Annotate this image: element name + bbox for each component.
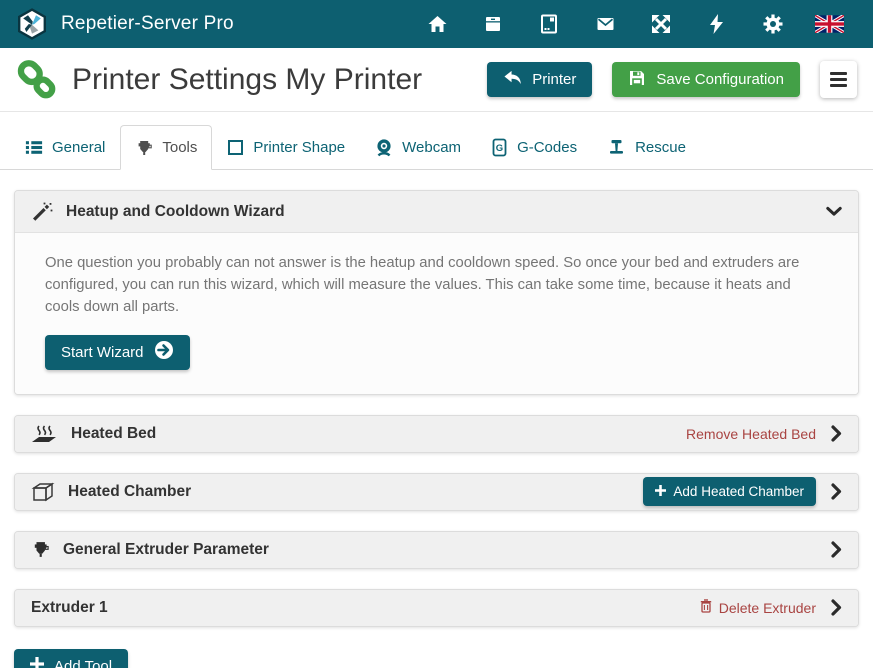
tab-printer-shape[interactable]: Printer Shape (212, 125, 360, 169)
save-icon (628, 69, 646, 91)
printer-button[interactable]: Printer (487, 62, 592, 97)
top-navbar: Repetier-Server Pro (0, 0, 873, 48)
tablet-icon (539, 14, 559, 34)
reply-arrow-icon (503, 69, 522, 90)
wizard-description: One question you probably can not answer… (45, 253, 828, 319)
settings-tabbar: General Tools Printer Shape (0, 112, 873, 170)
chevron-right-icon[interactable] (831, 599, 842, 616)
expand-arrows-icon (651, 14, 671, 34)
add-heated-chamber-button[interactable]: Add Heated Chamber (643, 477, 816, 506)
add-heated-chamber-label: Add Heated Chamber (673, 484, 804, 499)
heated-bed-panel: Heated Bed Remove Heated Bed (14, 415, 859, 453)
list-icon (25, 139, 43, 156)
main-content: Heatup and Cooldown Wizard One question … (0, 170, 873, 668)
remove-heated-bed-link[interactable]: Remove Heated Bed (686, 426, 816, 442)
tab-label: Tools (162, 139, 197, 156)
menu-button[interactable] (820, 61, 857, 98)
chevron-right-icon[interactable] (831, 541, 842, 558)
heatup-wizard-panel-header[interactable]: Heatup and Cooldown Wizard (15, 191, 858, 233)
extruder-icon (135, 139, 153, 157)
delete-extruder-label: Delete Extruder (719, 600, 816, 616)
gcode-file-icon: G (491, 138, 508, 157)
archive-box-icon (483, 14, 503, 34)
expand-nav-button[interactable] (633, 14, 689, 34)
heatup-wizard-panel-body: One question you probably can not answer… (15, 233, 858, 394)
bolt-icon (710, 14, 724, 34)
extruder-1-panel-header[interactable]: Extruder 1 Delete Extruder (15, 590, 858, 626)
tab-label: G-Codes (517, 139, 577, 156)
header-actions: Printer Save Configuration (487, 61, 857, 98)
trash-icon (700, 599, 712, 616)
panel-title: Extruder 1 (31, 599, 108, 617)
page-title: Printer Settings My Printer (72, 63, 422, 97)
tablet-nav-button[interactable] (521, 14, 577, 34)
tab-label: General (52, 139, 105, 156)
rescue-icon (607, 138, 626, 156)
heated-bed-icon (31, 424, 58, 444)
general-extruder-panel-header[interactable]: General Extruder Parameter (15, 532, 858, 568)
chevron-right-icon[interactable] (831, 483, 842, 500)
tab-webcam[interactable]: Webcam (360, 125, 476, 169)
tab-tools[interactable]: Tools (120, 125, 212, 170)
save-configuration-button[interactable]: Save Configuration (612, 62, 800, 97)
tab-label: Webcam (402, 139, 461, 156)
save-configuration-label: Save Configuration (656, 71, 784, 88)
home-icon (427, 14, 448, 34)
magic-wand-icon (31, 202, 53, 222)
language-nav-button[interactable] (801, 15, 857, 33)
home-nav-button[interactable] (409, 14, 465, 34)
panel-title: Heated Bed (71, 425, 156, 443)
navbar-icons (409, 14, 857, 34)
hamburger-icon (830, 72, 847, 75)
settings-nav-button[interactable] (745, 14, 801, 34)
panel-title: Heatup and Cooldown Wizard (66, 203, 285, 221)
chevron-right-icon[interactable] (831, 425, 842, 442)
plus-icon (655, 484, 666, 499)
gear-icon (763, 14, 783, 34)
repetier-logo-icon[interactable] (16, 8, 48, 40)
panel-title: Heated Chamber (68, 483, 191, 501)
extruder-1-panel: Extruder 1 Delete Extruder (14, 589, 859, 627)
power-nav-button[interactable] (689, 14, 745, 34)
chevron-up-icon[interactable] (826, 206, 842, 217)
tab-general[interactable]: General (10, 125, 120, 169)
arrow-circle-right-icon (154, 340, 174, 364)
archive-nav-button[interactable] (465, 14, 521, 34)
page-header: Printer Settings My Printer Printer Save… (0, 48, 873, 112)
plus-icon (30, 657, 44, 668)
start-wizard-button[interactable]: Start Wizard (45, 335, 190, 370)
extruder-icon (31, 540, 50, 559)
start-wizard-label: Start Wizard (61, 344, 144, 361)
tab-gcodes[interactable]: G G-Codes (476, 125, 592, 169)
add-tool-label: Add Tool (54, 658, 112, 668)
mail-nav-button[interactable] (577, 14, 633, 34)
add-tool-row: Add Tool (14, 647, 859, 668)
heated-bed-panel-header[interactable]: Heated Bed Remove Heated Bed (15, 416, 858, 452)
heated-chamber-panel: Heated Chamber Add Heated Chamber (14, 473, 859, 511)
tab-rescue[interactable]: Rescue (592, 125, 701, 169)
uk-flag-icon (815, 15, 844, 33)
tab-label: Printer Shape (253, 139, 345, 156)
brand-name: Repetier-Server Pro (61, 13, 234, 35)
chamber-box-icon (31, 481, 55, 503)
general-extruder-panel: General Extruder Parameter (14, 531, 859, 569)
delete-extruder-link[interactable]: Delete Extruder (700, 599, 816, 616)
chain-link-icon (16, 59, 58, 101)
mail-icon (595, 14, 616, 34)
svg-text:G: G (496, 143, 503, 154)
add-tool-button[interactable]: Add Tool (14, 649, 128, 668)
panel-title: General Extruder Parameter (63, 541, 269, 559)
webcam-icon (375, 138, 393, 157)
heatup-wizard-panel: Heatup and Cooldown Wizard One question … (14, 190, 859, 395)
heated-chamber-panel-header[interactable]: Heated Chamber Add Heated Chamber (15, 474, 858, 510)
printer-button-label: Printer (532, 71, 576, 88)
square-outline-icon (227, 139, 244, 156)
tab-label: Rescue (635, 139, 686, 156)
